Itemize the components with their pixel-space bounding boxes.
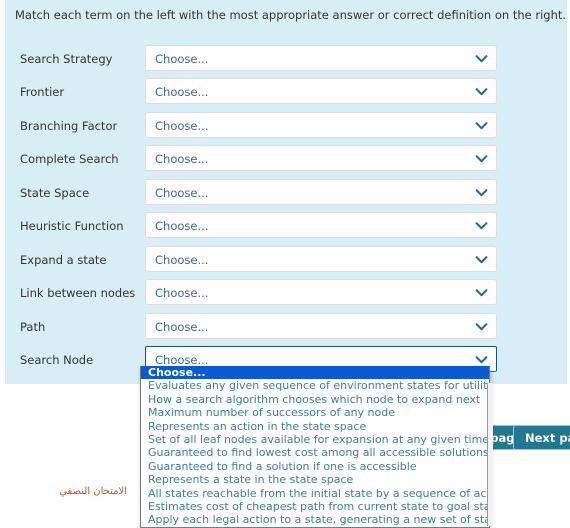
chevron-down-icon — [475, 154, 488, 164]
answer-select-4[interactable]: Choose... — [145, 145, 497, 171]
page-scrollbar[interactable] — [487, 383, 493, 526]
match-row: Link between nodes Choose... — [15, 279, 560, 312]
next-page-button[interactable]: Next page — [513, 425, 570, 450]
answer-select-value: Choose... — [155, 286, 209, 300]
dropdown-option[interactable]: Guaranteed to find a solution if one is … — [141, 460, 489, 473]
answer-select-value: Choose... — [155, 85, 209, 99]
match-row: Path Choose... — [15, 313, 560, 346]
answer-select-value: Choose... — [155, 119, 209, 133]
answer-select-value: Choose... — [155, 353, 209, 367]
dropdown-option[interactable]: Guaranteed to find lowest cost among all… — [141, 446, 489, 459]
chevron-down-icon — [475, 288, 488, 298]
dropdown-option[interactable]: Estimates cost of cheapest path from cur… — [141, 500, 489, 513]
term-label: State Space — [20, 186, 90, 200]
answer-select-8[interactable]: Choose... — [145, 279, 497, 305]
answer-select-value: Choose... — [155, 52, 209, 66]
answer-select-2[interactable]: Choose... — [145, 78, 497, 104]
chevron-down-icon — [475, 54, 488, 64]
answer-select-value: Choose... — [155, 320, 209, 334]
dropdown-option[interactable]: Evaluates any given sequence of environm… — [141, 379, 489, 392]
answer-select-6[interactable]: Choose... — [145, 212, 497, 238]
answer-select-value: Choose... — [155, 152, 209, 166]
chevron-down-icon — [475, 221, 488, 231]
answer-select-7[interactable]: Choose... — [145, 246, 497, 272]
chevron-down-icon — [475, 255, 488, 265]
term-label: Branching Factor — [20, 119, 118, 133]
dropdown-option[interactable]: Represents a state in the state space — [141, 473, 489, 486]
answer-select-value: Choose... — [155, 253, 209, 267]
dropdown-option[interactable]: Represents an action in the state space — [141, 420, 489, 433]
answer-select-value: Choose... — [155, 186, 209, 200]
term-label: Frontier — [20, 85, 65, 99]
match-row: Heuristic Function Choose... — [15, 212, 560, 245]
term-label: Path — [20, 320, 46, 334]
term-label: Search Node — [20, 353, 94, 367]
chevron-down-icon — [475, 121, 488, 131]
dropdown-option[interactable]: Set of all leaf nodes available for expa… — [141, 433, 489, 446]
dropdown-option[interactable]: Maximum number of successors of any node — [141, 406, 489, 419]
match-row: Complete Search Choose... — [15, 145, 560, 178]
term-label: Heuristic Function — [20, 219, 124, 233]
question-panel: Match each term on the left with the mos… — [5, 0, 567, 384]
answer-select-value: Choose... — [155, 219, 209, 233]
match-row: State Space Choose... — [15, 179, 560, 212]
dropdown-option[interactable]: How a search algorithm chooses which nod… — [141, 393, 489, 406]
dropdown-option[interactable]: All states reachable from the initial st… — [141, 487, 489, 500]
chevron-down-icon — [475, 188, 488, 198]
chevron-down-icon — [475, 355, 488, 365]
answer-select-5[interactable]: Choose... — [145, 179, 497, 205]
exam-footer-note: الامتحان النصفي — [59, 486, 127, 497]
term-label: Link between nodes — [20, 286, 136, 300]
match-row: Search Strategy Choose... — [15, 45, 560, 78]
term-label: Search Strategy — [20, 52, 113, 66]
question-prompt: Match each term on the left with the mos… — [15, 8, 567, 22]
dropdown-option-list[interactable]: Choose... Evaluates any given sequence of… — [140, 366, 490, 528]
answer-select-3[interactable]: Choose... — [145, 112, 497, 138]
term-label: Expand a state — [20, 253, 107, 267]
dropdown-option[interactable]: Choose... — [141, 366, 489, 380]
answer-select-9[interactable]: Choose... — [145, 313, 497, 339]
chevron-down-icon — [475, 322, 488, 332]
match-row: Expand a state Choose... — [15, 246, 560, 279]
term-label: Complete Search — [20, 152, 119, 166]
match-row: Frontier Choose... — [15, 78, 560, 111]
match-row: Branching Factor Choose... — [15, 112, 560, 145]
chevron-down-icon — [475, 87, 488, 97]
answer-select-1[interactable]: Choose... — [145, 45, 497, 71]
dropdown-option[interactable]: Apply each legal action to a state, gene… — [141, 513, 489, 526]
